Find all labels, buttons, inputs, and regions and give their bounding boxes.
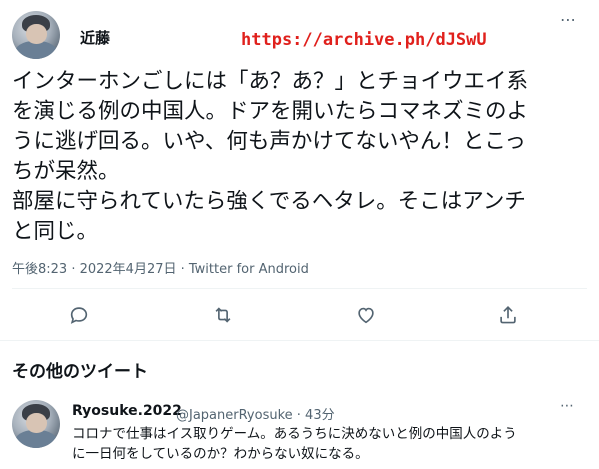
tweet-timestamp-source[interactable]: 午後8:23 · 2022年4月27日 · Twitter for Androi… xyxy=(12,258,309,277)
reply-author-name[interactable]: Ryosuke.2022 xyxy=(72,403,182,419)
like-button[interactable] xyxy=(355,304,381,330)
retweet-icon xyxy=(215,307,231,323)
section-heading: その他のツイート xyxy=(12,362,148,382)
archive-url-overlay: https://archive.ph/dJSwU xyxy=(241,30,487,50)
tweet-text-line: 部屋に守られていたら強くでるヘタレ。そこはアンチ xyxy=(12,189,526,214)
more-options-icon[interactable]: ⋯ xyxy=(560,398,575,414)
reply-handle-time[interactable]: @JapanerRyosuke · 43分 xyxy=(176,404,335,423)
reply-button[interactable] xyxy=(68,304,94,330)
divider xyxy=(0,340,599,341)
reply-text-line: コロナで仕事はイス取りゲーム。あるうちに決めないと例の中国人のよう xyxy=(72,426,517,442)
retweet-button[interactable] xyxy=(212,304,238,330)
tweet-text: インターホンごしには「あ？あ？」とチョイウエイ系 を演じる例の中国人。ドアを開い… xyxy=(12,67,592,247)
tweet-text-line: うに逃げ回る。いや、何も声かけてないやん！とこっ xyxy=(12,129,526,154)
reply-text-line: に一日何をしているのか？わからない奴になる。 xyxy=(72,446,369,462)
reply-author-avatar[interactable] xyxy=(12,400,60,448)
share-icon xyxy=(500,306,516,324)
more-options-icon[interactable]: ⋯ xyxy=(560,10,577,29)
author-name[interactable]: 近藤 xyxy=(80,27,110,48)
tweet-text-line: を演じる例の中国人。ドアを開いたらコマネズミのよ xyxy=(12,99,529,124)
divider xyxy=(12,288,587,289)
author-avatar[interactable] xyxy=(12,11,60,59)
avatar-face-shape xyxy=(26,413,47,433)
tweet-text-line: と同じ。 xyxy=(12,219,99,244)
tweet-text-line: ちが呆然。 xyxy=(12,159,120,184)
heart-icon xyxy=(358,307,374,324)
reply-text: コロナで仕事はイス取りゲーム。あるうちに決めないと例の中国人のよう に一日何をし… xyxy=(72,424,572,464)
avatar-face-shape xyxy=(26,24,47,44)
speech-bubble-icon xyxy=(70,307,88,324)
share-button[interactable] xyxy=(497,304,523,330)
tweet-text-line: インターホンごしには「あ？あ？」とチョイウエイ系 xyxy=(12,69,529,94)
